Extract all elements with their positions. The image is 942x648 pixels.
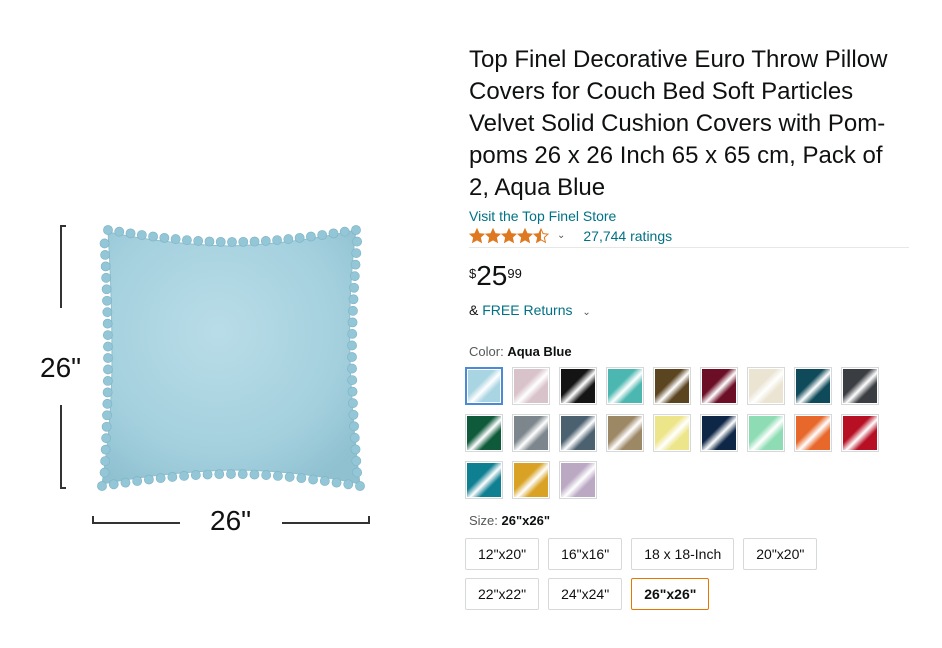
color-swatch[interactable] — [700, 414, 738, 452]
swatch-fill — [561, 416, 595, 450]
swatch-fill — [655, 416, 689, 450]
swatch-fill — [796, 369, 830, 403]
returns-prefix: & — [469, 302, 479, 318]
pillow-illustration — [97, 225, 365, 491]
size-options: 12"x20" 16"x16" 18 x 18-Inch 20"x20" 22"x22"… — [465, 538, 905, 618]
width-dimension-label: 26" — [210, 505, 252, 536]
swatch-fill — [843, 416, 877, 450]
size-option-button[interactable]: 20"x20" — [743, 538, 818, 570]
color-swatch[interactable] — [465, 414, 503, 452]
swatch-fill — [608, 369, 642, 403]
chevron-down-icon[interactable]: ⌄ — [582, 307, 590, 318]
price-whole: 25 — [476, 260, 508, 291]
swatch-fill — [608, 416, 642, 450]
size-option-button[interactable]: 24"x24" — [548, 578, 623, 610]
swatch-fill — [843, 369, 877, 403]
color-swatch[interactable] — [747, 367, 785, 405]
swatch-fill — [467, 416, 501, 450]
swatch-fill — [655, 369, 689, 403]
chevron-down-icon[interactable]: ⌄ — [557, 230, 565, 241]
swatch-fill — [514, 369, 548, 403]
swatch-fill — [702, 416, 736, 450]
swatch-fill — [749, 416, 783, 450]
product-info: Top Finel Decorative Euro Throw Pillow C… — [465, 44, 909, 618]
color-swatch[interactable] — [512, 367, 550, 405]
color-swatch[interactable] — [747, 414, 785, 452]
size-option-button[interactable]: 18 x 18-Inch — [631, 538, 735, 570]
color-swatch-grid — [465, 367, 909, 499]
returns-row: & FREE Returns ⌄ — [469, 302, 909, 318]
star-icon — [485, 227, 501, 243]
color-swatch[interactable] — [559, 367, 597, 405]
swatch-fill — [514, 463, 548, 497]
color-swatch[interactable] — [606, 367, 644, 405]
color-swatch[interactable] — [841, 414, 879, 452]
swatch-fill — [467, 463, 501, 497]
color-swatch[interactable] — [559, 414, 597, 452]
swatch-fill — [468, 370, 500, 402]
star-rating[interactable] — [469, 227, 549, 244]
price: $ 25 99 — [469, 262, 909, 290]
free-returns-link[interactable]: FREE Returns — [482, 302, 572, 318]
swatch-fill — [702, 369, 736, 403]
size-option-button[interactable]: 26"x26" — [631, 578, 710, 610]
size-option-button[interactable]: 12"x20" — [465, 538, 540, 570]
star-icon — [469, 227, 485, 243]
swatch-fill — [796, 416, 830, 450]
color-label: Color: Aqua Blue — [469, 344, 572, 359]
size-label: Size: 26"x26" — [469, 513, 551, 528]
color-swatch[interactable] — [700, 367, 738, 405]
color-swatch[interactable] — [794, 414, 832, 452]
product-title: Top Finel Decorative Euro Throw Pillow C… — [469, 46, 888, 201]
color-swatch[interactable] — [841, 367, 879, 405]
color-swatch[interactable] — [606, 414, 644, 452]
color-swatch[interactable] — [653, 367, 691, 405]
swatch-fill — [514, 416, 548, 450]
star-icon — [501, 227, 517, 243]
color-swatch[interactable] — [465, 367, 503, 405]
selected-size-value: 26"x26" — [501, 513, 551, 528]
color-swatch[interactable] — [653, 414, 691, 452]
star-icon — [533, 227, 549, 243]
product-image[interactable]: 26" 26" — [0, 0, 450, 648]
color-swatch[interactable] — [512, 414, 550, 452]
rating-row: ⌄ 27,744 ratings — [469, 226, 909, 248]
price-fraction: 99 — [507, 266, 522, 281]
color-swatch[interactable] — [559, 461, 597, 499]
color-swatch[interactable] — [794, 367, 832, 405]
swatch-fill — [749, 369, 783, 403]
store-link[interactable]: Visit the Top Finel Store — [469, 208, 909, 224]
swatch-fill — [561, 369, 595, 403]
star-icon — [517, 227, 533, 243]
size-option-button[interactable]: 16"x16" — [548, 538, 623, 570]
selected-color-value: Aqua Blue — [507, 344, 572, 359]
color-swatch[interactable] — [512, 461, 550, 499]
color-swatch[interactable] — [465, 461, 503, 499]
height-dimension-label: 26" — [40, 352, 82, 383]
size-option-button[interactable]: 22"x22" — [465, 578, 540, 610]
ratings-count-link[interactable]: 27,744 ratings — [583, 228, 672, 244]
price-symbol: $ — [469, 266, 477, 281]
swatch-fill — [561, 463, 595, 497]
